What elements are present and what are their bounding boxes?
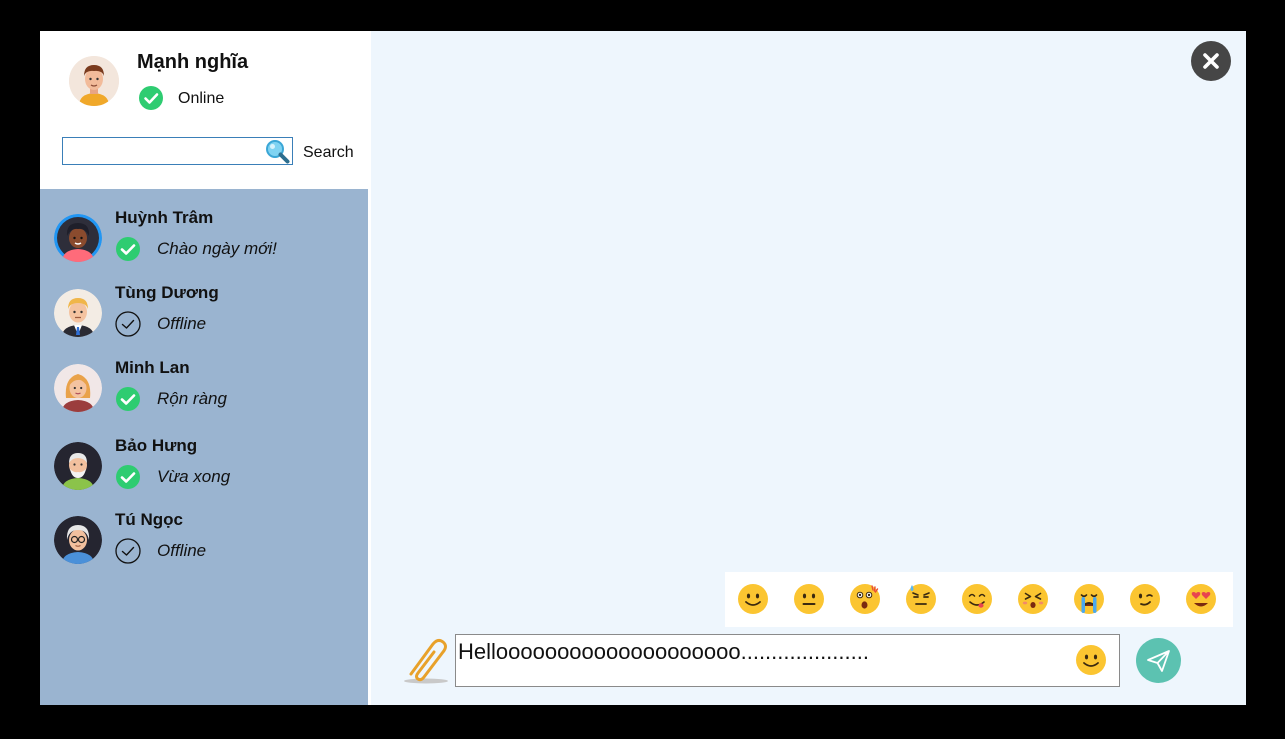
contact-status: Vừa xong: [157, 467, 231, 486]
contact-item[interactable]: Bảo Hưng Vừa xong: [40, 436, 368, 506]
user-name: Mạnh nghĩa: [137, 51, 249, 73]
contact-list: Huỳnh Trâm Chào ngày mới! Tùng Dương Off…: [40, 189, 368, 705]
magnifier-icon[interactable]: [264, 139, 290, 165]
contact-avatar: [54, 442, 102, 490]
contact-item[interactable]: Tùng Dương Offline: [40, 283, 368, 353]
sidebar: Mạnh nghĩa Online Search Huỳnh Trâm Chào…: [40, 31, 368, 705]
offline-check-icon: [115, 538, 141, 564]
sweat-emoji[interactable]: [905, 583, 937, 615]
heart-eyes-emoji[interactable]: [1185, 583, 1217, 615]
online-check-icon: [116, 387, 140, 411]
message-input[interactable]: Helloooooooooooooooooooo................…: [455, 634, 1120, 687]
message-text[interactable]: Helloooooooooooooooooooo................…: [458, 639, 869, 665]
paperclip-icon: [404, 638, 448, 684]
chat-window: Mạnh nghĩa Online Search Huỳnh Trâm Chào…: [40, 31, 1246, 705]
contact-name: Tùng Dương: [115, 283, 219, 302]
online-check-icon: [116, 237, 140, 261]
online-check-icon: [139, 86, 163, 110]
contact-avatar: [54, 289, 102, 337]
contact-item[interactable]: Minh Lan Rộn ràng: [40, 358, 368, 428]
wink-emoji[interactable]: [1129, 583, 1161, 615]
contact-item[interactable]: Tú Ngọc Offline: [40, 510, 368, 580]
contact-name: Tú Ngọc: [115, 510, 183, 529]
contact-avatar: [54, 516, 102, 564]
search-button[interactable]: Search: [303, 144, 354, 162]
online-check-icon: [116, 465, 140, 489]
contact-name: Bảo Hưng: [115, 436, 198, 455]
contact-status: Offline: [157, 314, 207, 333]
contact-avatar: [54, 364, 102, 412]
smile-emoji[interactable]: [737, 583, 769, 615]
crying-emoji[interactable]: [1073, 583, 1105, 615]
surprised-emoji[interactable]: [849, 583, 881, 615]
contact-avatar: [54, 214, 102, 262]
dizzy-emoji[interactable]: [1017, 583, 1049, 615]
sidebar-divider: [368, 31, 371, 705]
close-button[interactable]: [1191, 41, 1231, 81]
contact-name: Minh Lan: [115, 358, 190, 377]
close-icon: [1203, 53, 1219, 69]
yum-emoji[interactable]: [961, 583, 993, 615]
contact-status: Chào ngày mới!: [157, 239, 277, 258]
contact-status: Rộn ràng: [157, 389, 227, 408]
contact-name: Huỳnh Trâm: [115, 208, 214, 227]
send-button[interactable]: [1136, 638, 1181, 683]
contact-status: Offline: [157, 541, 207, 560]
send-icon: [1147, 650, 1170, 672]
search-input[interactable]: [67, 139, 266, 165]
search-field[interactable]: [62, 137, 293, 165]
offline-check-icon: [115, 311, 141, 337]
emoji-picker: [725, 572, 1233, 627]
user-avatar[interactable]: [69, 56, 119, 106]
attach-button[interactable]: [403, 634, 453, 686]
contact-item[interactable]: Huỳnh Trâm Chào ngày mới!: [40, 208, 368, 278]
neutral-emoji[interactable]: [793, 583, 825, 615]
user-status: Online: [178, 90, 225, 107]
emoji-toggle-icon[interactable]: [1075, 644, 1107, 676]
